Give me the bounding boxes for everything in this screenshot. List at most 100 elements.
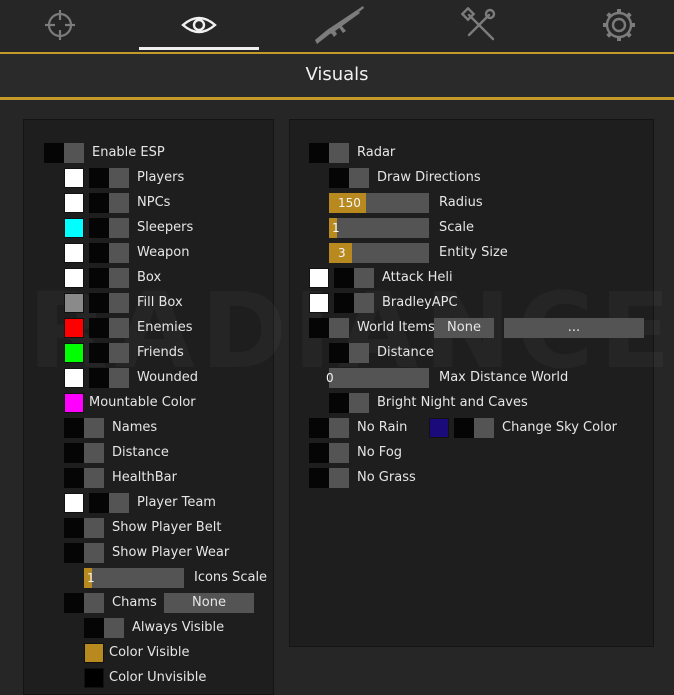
no-fog-toggle[interactable] <box>309 443 349 463</box>
color-visible-label: Color Visible <box>109 645 190 660</box>
world-items-list-button[interactable]: ... <box>504 318 644 338</box>
no-rain-label: No Rain <box>357 420 408 435</box>
box-toggle[interactable] <box>89 268 129 288</box>
player-team-label: Player Team <box>137 495 216 510</box>
fill-box-color-swatch[interactable] <box>64 293 84 313</box>
world-items-distance-label: Distance <box>377 345 434 360</box>
top-tab-bar <box>0 0 674 50</box>
no-fog-label: No Fog <box>357 445 403 460</box>
change-sky-color-toggle[interactable] <box>454 418 494 438</box>
radius-slider[interactable]: 150 <box>329 193 429 213</box>
friends-toggle[interactable] <box>89 343 129 363</box>
show-player-wear-toggle[interactable] <box>64 543 104 563</box>
bright-night-label: Bright Night and Caves <box>377 395 528 410</box>
radar-toggle[interactable] <box>309 143 349 163</box>
wounded-toggle[interactable] <box>89 368 129 388</box>
radius-label: Radius <box>439 195 483 210</box>
mountable-color-swatch[interactable] <box>64 393 84 413</box>
sky-color-swatch[interactable] <box>429 418 449 438</box>
always-visible-toggle[interactable] <box>84 618 124 638</box>
enemies-toggle[interactable] <box>89 318 129 338</box>
names-label: Names <box>112 420 158 435</box>
healthbar-toggle[interactable] <box>64 468 104 488</box>
eye-icon <box>181 16 217 34</box>
chams-label: Chams <box>112 595 157 610</box>
color-visible-swatch[interactable] <box>84 643 104 663</box>
color-unvisible-swatch[interactable] <box>84 668 104 688</box>
entity-size-value: 3 <box>338 246 346 260</box>
no-grass-toggle[interactable] <box>309 468 349 488</box>
icons-scale-slider[interactable]: 1 <box>84 568 184 588</box>
sleepers-toggle[interactable] <box>89 218 129 238</box>
scale-slider[interactable]: 1 <box>329 218 429 238</box>
enable-esp-toggle[interactable] <box>44 143 84 163</box>
player-team-toggle[interactable] <box>89 493 129 513</box>
mountable-color-label: Mountable Color <box>89 395 196 410</box>
tab-aimbot[interactable] <box>0 0 120 50</box>
entity-size-slider[interactable]: 3 <box>329 243 429 263</box>
color-unvisible-label: Color Unvisible <box>109 670 207 685</box>
enemies-color-swatch[interactable] <box>64 318 84 338</box>
bright-night-toggle[interactable] <box>329 393 369 413</box>
change-sky-color-label: Change Sky Color <box>502 420 617 435</box>
npcs-color-swatch[interactable] <box>64 193 84 213</box>
players-color-swatch[interactable] <box>64 168 84 188</box>
world-items-distance-toggle[interactable] <box>329 343 369 363</box>
page-title: Visuals <box>305 64 369 85</box>
show-player-belt-toggle[interactable] <box>64 518 104 538</box>
tab-settings[interactable] <box>559 0 674 50</box>
radar-label: Radar <box>357 145 396 160</box>
show-player-wear-label: Show Player Wear <box>112 545 230 560</box>
max-distance-world-label: Max Distance World <box>439 370 569 385</box>
weapon-color-swatch[interactable] <box>64 243 84 263</box>
crosshair-icon <box>45 10 75 40</box>
tab-visuals[interactable] <box>139 0 259 50</box>
fill-box-toggle[interactable] <box>89 293 129 313</box>
radius-value: 150 <box>338 196 361 210</box>
tab-misc[interactable] <box>419 0 539 50</box>
chams-toggle[interactable] <box>64 593 104 613</box>
world-items-toggle[interactable] <box>309 318 349 338</box>
gear-icon <box>603 9 635 41</box>
tab-weapons[interactable] <box>279 0 399 50</box>
sleepers-label: Sleepers <box>137 220 194 235</box>
enemies-label: Enemies <box>137 320 193 335</box>
bradley-apc-toggle[interactable] <box>334 293 374 313</box>
attack-heli-toggle[interactable] <box>334 268 374 288</box>
friends-color-swatch[interactable] <box>64 343 84 363</box>
bradley-apc-label: BradleyAPC <box>382 295 458 310</box>
box-label: Box <box>137 270 162 285</box>
title-bar: Visuals <box>0 52 674 100</box>
wounded-label: Wounded <box>137 370 199 385</box>
icons-scale-value: 1 <box>87 571 95 585</box>
entity-size-label: Entity Size <box>439 245 508 260</box>
players-toggle[interactable] <box>89 168 129 188</box>
active-tab-indicator <box>139 47 259 50</box>
draw-directions-label: Draw Directions <box>377 170 481 185</box>
distance-toggle[interactable] <box>64 443 104 463</box>
show-player-belt-label: Show Player Belt <box>112 520 222 535</box>
weapon-toggle[interactable] <box>89 243 129 263</box>
friends-label: Friends <box>137 345 184 360</box>
npcs-toggle[interactable] <box>89 193 129 213</box>
enable-esp-label: Enable ESP <box>92 145 165 160</box>
scale-label: Scale <box>439 220 474 235</box>
sleepers-color-swatch[interactable] <box>64 218 84 238</box>
names-toggle[interactable] <box>64 418 104 438</box>
chams-dropdown[interactable]: None <box>164 593 254 613</box>
tools-icon <box>461 7 496 41</box>
npcs-label: NPCs <box>137 195 171 210</box>
attack-heli-label: Attack Heli <box>382 270 453 285</box>
world-items-dropdown[interactable]: None <box>434 318 494 338</box>
box-color-swatch[interactable] <box>64 268 84 288</box>
healthbar-label: HealthBar <box>112 470 177 485</box>
player-team-color-swatch[interactable] <box>64 493 84 513</box>
weapon-label: Weapon <box>137 245 190 260</box>
attack-heli-color-swatch[interactable] <box>309 268 329 288</box>
draw-directions-toggle[interactable] <box>329 168 369 188</box>
wounded-color-swatch[interactable] <box>64 368 84 388</box>
max-distance-world-slider[interactable]: 0 <box>326 368 429 388</box>
distance-label: Distance <box>112 445 169 460</box>
no-rain-toggle[interactable] <box>309 418 349 438</box>
bradley-apc-color-swatch[interactable] <box>309 293 329 313</box>
